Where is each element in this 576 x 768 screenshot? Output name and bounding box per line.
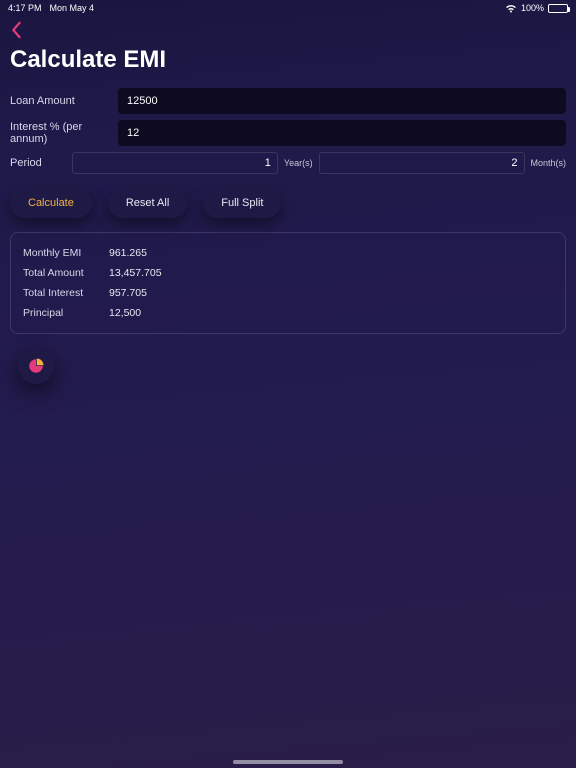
- chevron-left-icon: [9, 21, 23, 39]
- principal-value: 12,500: [109, 307, 141, 319]
- interest-label: Interest % (per annum): [10, 121, 110, 145]
- chart-button[interactable]: [18, 348, 54, 384]
- page-title: Calculate EMI: [10, 46, 576, 74]
- battery-icon: [548, 4, 568, 13]
- total-amount-label: Total Amount: [23, 267, 97, 279]
- reset-all-button[interactable]: Reset All: [108, 188, 187, 218]
- period-years-unit: Year(s): [284, 158, 313, 168]
- total-amount-value: 13,457.705: [109, 267, 162, 279]
- period-years-input[interactable]: [72, 152, 278, 174]
- home-indicator[interactable]: [233, 760, 343, 764]
- pie-chart-icon: [27, 357, 45, 375]
- total-interest-label: Total Interest: [23, 287, 97, 299]
- wifi-icon: [505, 4, 517, 13]
- period-label: Period: [10, 157, 66, 169]
- results-card: Monthly EMI 961.265 Total Amount 13,457.…: [10, 232, 566, 334]
- full-split-button[interactable]: Full Split: [203, 188, 281, 218]
- principal-label: Principal: [23, 307, 97, 319]
- status-time: 4:17 PM: [8, 3, 42, 13]
- monthly-emi-label: Monthly EMI: [23, 247, 97, 259]
- calculate-button[interactable]: Calculate: [10, 188, 92, 218]
- interest-input[interactable]: [118, 120, 566, 146]
- back-button[interactable]: [6, 20, 26, 40]
- status-bar: 4:17 PM Mon May 4 100%: [0, 0, 576, 16]
- status-date: Mon May 4: [50, 3, 95, 13]
- loan-amount-input[interactable]: [118, 88, 566, 114]
- monthly-emi-value: 961.265: [109, 247, 147, 259]
- period-months-unit: Month(s): [531, 158, 567, 168]
- loan-amount-label: Loan Amount: [10, 95, 110, 107]
- period-months-input[interactable]: [319, 152, 525, 174]
- total-interest-value: 957.705: [109, 287, 147, 299]
- status-battery-pct: 100%: [521, 3, 544, 13]
